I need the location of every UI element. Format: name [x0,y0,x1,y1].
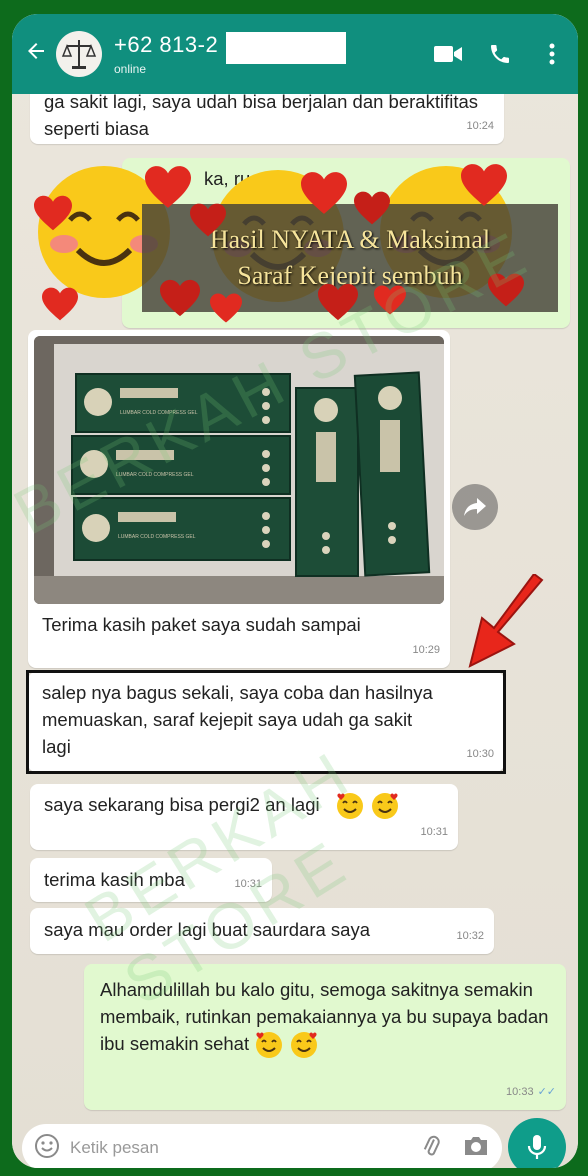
heart-icon [190,203,226,237]
message-incoming[interactable]: ga sakit lagi, saya udah bisa berjalan d… [30,86,504,144]
message-incoming[interactable]: saya sekarang bisa pergi2 an lagi 10:31 [30,784,458,850]
heart-icon [34,195,72,231]
heart-icon [461,164,507,206]
heart-icon [301,172,347,214]
smiling-face-with-hearts-emoji [256,1032,283,1059]
message-text: Alhamdulillah bu kalo gitu, semoga sakit… [100,979,549,1054]
attach-icon[interactable] [420,1133,442,1164]
heart-icon [210,293,242,323]
heart-icon [160,279,200,317]
message-outgoing[interactable]: Alhamdulillah bu kalo gitu, semoga sakit… [84,964,566,1110]
product-box: LUMBAR COLD COMPRESS GEL [71,435,291,495]
emoji-icon[interactable] [34,1133,60,1164]
product-box: LUMBAR COLD COMPRESS GEL [75,373,291,433]
more-options-icon[interactable] [526,42,578,66]
message-input[interactable] [70,1138,420,1158]
product-photo[interactable]: LUMBAR COLD COMPRESS GEL LUMBAR COLD COM… [34,336,444,604]
product-box: LUMBAR COLD COMPRESS GEL [73,497,291,561]
heart-icon [374,285,406,315]
contact-info[interactable]: +62 813-2 online [114,32,422,76]
message-input-bar [22,1124,502,1168]
message-time: 10:31 [420,826,448,838]
mic-icon[interactable] [508,1118,566,1168]
message-text: saya mau order lagi buat saurdara saya [44,919,370,940]
message-time: 10:24 [466,120,494,132]
message-time: 10:29 [412,644,440,656]
svg-text:LUMBAR COLD COMPRESS GEL: LUMBAR COLD COMPRESS GEL [116,472,194,478]
chat-header: +62 813-2 online [12,14,578,94]
smiling-face-with-hearts-emoji [336,793,363,820]
read-ticks-icon: ✓✓ [537,1086,556,1098]
message-incoming[interactable]: terima kasih mba 10:31 [30,858,272,902]
banner-line-1: Hasil NYATA & Maksimal [209,225,491,254]
smiling-face-with-hearts-emoji [291,1032,318,1059]
message-text: terima kasih mba [44,869,185,890]
heart-icon [354,191,390,225]
message-time: 10:32 [456,930,484,942]
heart-icon [488,273,524,307]
svg-text:LUMBAR COLD COMPRESS GEL: LUMBAR COLD COMPRESS GEL [120,410,198,416]
message-text: saya sekarang bisa pergi2 an lagi [44,794,320,815]
product-box [295,387,359,577]
heart-icon [42,287,78,321]
heart-icon [145,166,191,208]
camera-icon[interactable] [462,1134,490,1163]
avatar[interactable] [56,31,102,77]
message-text: Terima kasih paket saya sudah sampai [42,614,361,635]
highlight-box [26,670,506,774]
product-box [353,371,431,577]
message-text: ga sakit lagi, saya udah bisa berjalan d… [44,91,478,139]
message-time: 10:31 [234,878,262,890]
video-call-icon[interactable] [422,43,474,65]
pointer-arrow-icon [468,574,544,668]
heart-icon [318,283,358,321]
message-incoming[interactable]: saya mau order lagi buat saurdara saya 1… [30,908,494,954]
phone-screen: +62 813-2 online ga sakit lagi, saya uda… [12,14,578,1168]
svg-text:LUMBAR COLD COMPRESS GEL: LUMBAR COLD COMPRESS GEL [118,534,196,540]
redaction-box [226,32,346,64]
contact-status: online [114,62,147,76]
back-arrow-icon[interactable] [18,39,54,70]
smiling-face-with-hearts-emoji [371,793,398,820]
phone-icon[interactable] [474,42,526,66]
message-time: 10:33 ✓✓ [506,1086,556,1098]
forward-icon[interactable] [452,484,498,530]
